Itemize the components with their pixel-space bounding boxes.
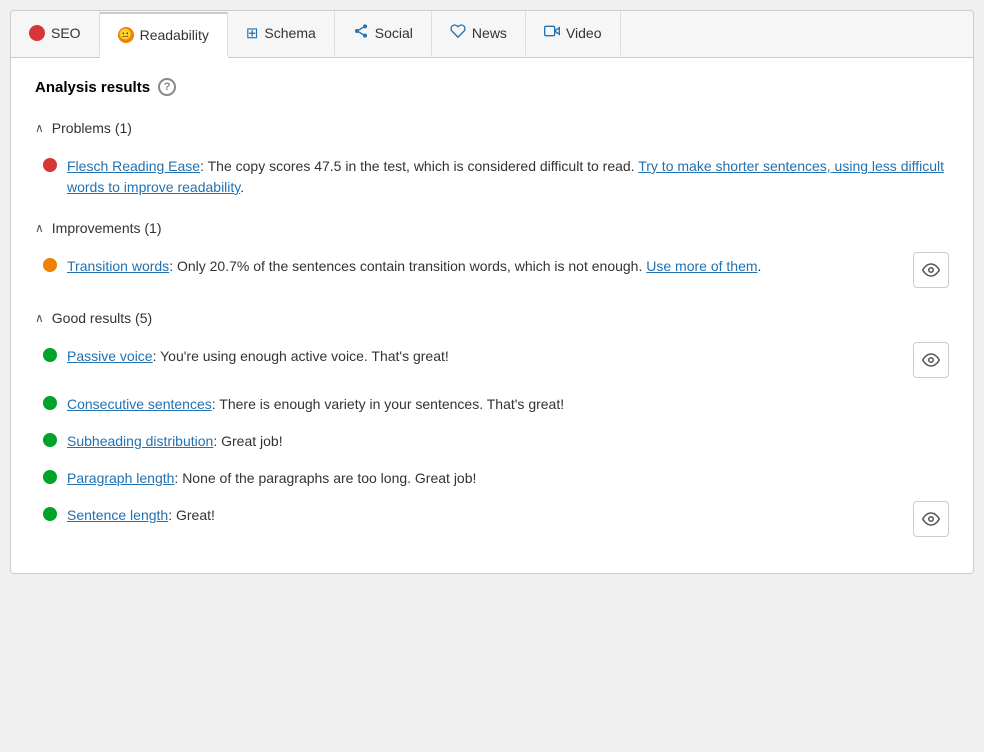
video-icon	[544, 23, 560, 42]
tab-social[interactable]: Social	[335, 11, 432, 57]
flesch-reading-ease-text: Flesch Reading Ease: The copy scores 47.…	[67, 156, 949, 198]
chevron-improvements-icon: ∧	[35, 221, 44, 235]
status-dot-green	[43, 396, 57, 410]
section-good: ∧ Good results (5) Passive voice: You're…	[35, 304, 949, 545]
section-problems-header[interactable]: ∧ Problems (1)	[35, 114, 949, 142]
tab-social-label: Social	[375, 25, 413, 41]
tab-video-label: Video	[566, 25, 602, 41]
transition-words-link[interactable]: Transition words	[67, 258, 169, 274]
seo-status-icon	[29, 25, 45, 41]
list-item: Passive voice: You're using enough activ…	[43, 338, 949, 386]
section-good-items: Passive voice: You're using enough activ…	[35, 338, 949, 545]
chevron-good-icon: ∧	[35, 311, 44, 325]
tab-seo[interactable]: SEO	[11, 11, 100, 57]
list-item: Flesch Reading Ease: The copy scores 47.…	[43, 148, 949, 206]
section-good-label: Good results (5)	[52, 310, 152, 326]
section-problems: ∧ Problems (1) Flesch Reading Ease: The …	[35, 114, 949, 206]
status-dot-green	[43, 470, 57, 484]
tab-schema-label: Schema	[264, 25, 315, 41]
section-problems-label: Problems (1)	[52, 120, 132, 136]
status-dot-green	[43, 433, 57, 447]
eye-icon	[922, 351, 940, 369]
list-item: Sentence length: Great!	[43, 497, 949, 545]
subheading-distribution-link[interactable]: Subheading distribution	[67, 433, 213, 449]
section-good-header[interactable]: ∧ Good results (5)	[35, 304, 949, 332]
tab-news-label: News	[472, 25, 507, 41]
sentence-length-link[interactable]: Sentence length	[67, 507, 168, 523]
eye-icon	[922, 510, 940, 528]
tab-schema[interactable]: ⊞ Schema	[228, 11, 335, 57]
consecutive-sentences-link[interactable]: Consecutive sentences	[67, 396, 212, 412]
sentence-length-text: Sentence length: Great!	[67, 505, 903, 526]
schema-icon: ⊞	[246, 24, 259, 42]
chevron-problems-icon: ∧	[35, 121, 44, 135]
tab-seo-label: SEO	[51, 25, 81, 41]
list-item: Consecutive sentences: There is enough v…	[43, 386, 949, 423]
passive-voice-link[interactable]: Passive voice	[67, 348, 153, 364]
eye-icon	[922, 261, 940, 279]
section-improvements-items: Transition words: Only 20.7% of the sent…	[35, 248, 949, 296]
passive-voice-text: Passive voice: You're using enough activ…	[67, 346, 903, 367]
transition-words-more-link[interactable]: Use more of them	[646, 258, 757, 274]
news-icon	[450, 23, 466, 42]
tab-bar: SEO 😐 Readability ⊞ Schema Social News	[11, 11, 973, 58]
help-button[interactable]: ?	[158, 78, 176, 96]
eye-button-transition[interactable]	[913, 252, 949, 288]
tab-readability-label: Readability	[140, 27, 209, 43]
subheading-distribution-text: Subheading distribution: Great job!	[67, 431, 949, 452]
list-item: Paragraph length: None of the paragraphs…	[43, 460, 949, 497]
section-improvements-label: Improvements (1)	[52, 220, 162, 236]
analysis-header: Analysis results ?	[35, 78, 949, 96]
tab-readability[interactable]: 😐 Readability	[100, 12, 228, 58]
social-icon	[353, 23, 369, 42]
flesch-reading-ease-link[interactable]: Flesch Reading Ease	[67, 158, 200, 174]
content-area: Analysis results ? ∧ Problems (1) Flesch…	[11, 58, 973, 573]
analysis-title: Analysis results	[35, 79, 150, 96]
status-dot-green	[43, 348, 57, 362]
list-item: Transition words: Only 20.7% of the sent…	[43, 248, 949, 296]
readability-status-icon: 😐	[118, 27, 134, 43]
list-item: Subheading distribution: Great job!	[43, 423, 949, 460]
section-improvements-header[interactable]: ∧ Improvements (1)	[35, 214, 949, 242]
main-panel: SEO 😐 Readability ⊞ Schema Social News	[10, 10, 974, 574]
status-dot-orange	[43, 258, 57, 272]
status-dot-green	[43, 507, 57, 521]
consecutive-sentences-text: Consecutive sentences: There is enough v…	[67, 394, 949, 415]
tab-video[interactable]: Video	[526, 11, 621, 57]
transition-words-text: Transition words: Only 20.7% of the sent…	[67, 256, 903, 277]
paragraph-length-link[interactable]: Paragraph length	[67, 470, 174, 486]
section-improvements: ∧ Improvements (1) Transition words: Onl…	[35, 214, 949, 296]
section-problems-items: Flesch Reading Ease: The copy scores 47.…	[35, 148, 949, 206]
status-dot-red	[43, 158, 57, 172]
eye-button-sentence[interactable]	[913, 501, 949, 537]
tab-news[interactable]: News	[432, 11, 526, 57]
paragraph-length-text: Paragraph length: None of the paragraphs…	[67, 468, 949, 489]
eye-button-passive[interactable]	[913, 342, 949, 378]
